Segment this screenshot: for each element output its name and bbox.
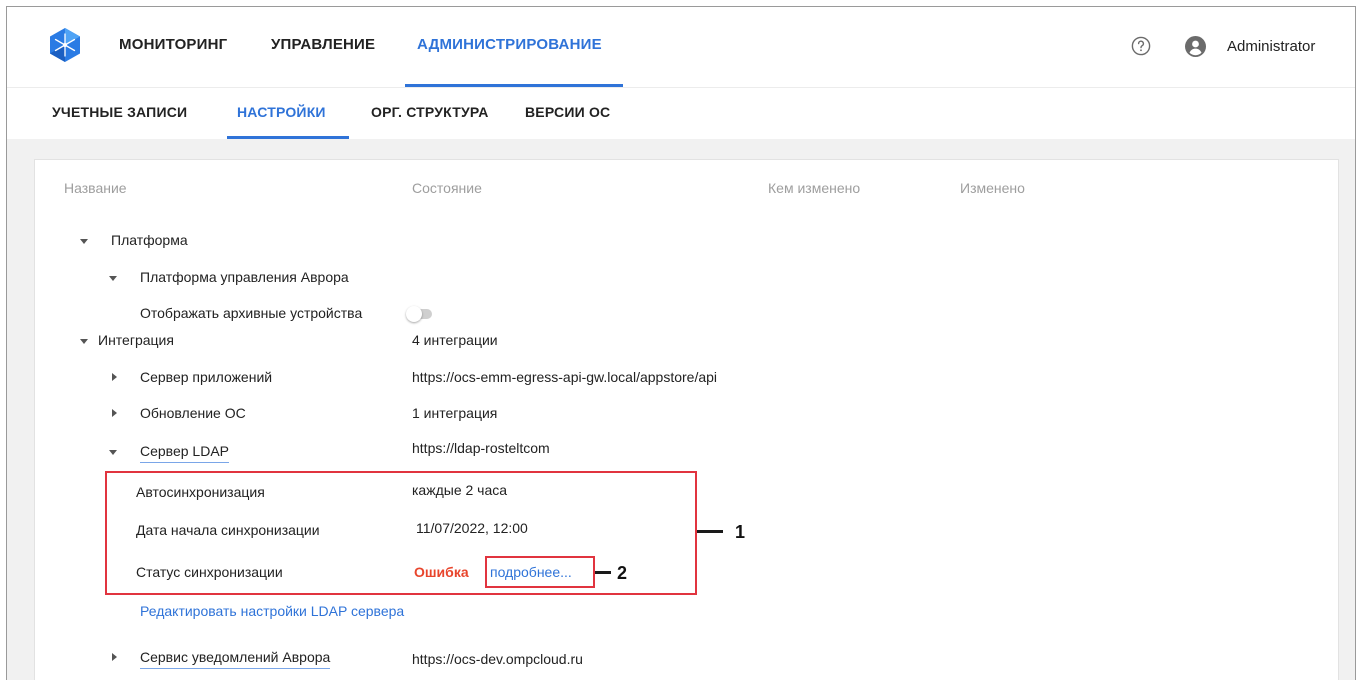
row-os-update[interactable]: Обновление ОС — [140, 405, 246, 421]
expand-icon[interactable] — [112, 373, 117, 381]
callout-box-1 — [105, 471, 697, 595]
callout-box-2 — [485, 556, 595, 588]
user-icon[interactable] — [1185, 36, 1206, 57]
callout-leader-1 — [697, 530, 723, 533]
callout-leader-2 — [595, 571, 611, 574]
ldap-server-url: https://ldap-rosteltcom — [412, 440, 550, 456]
nav-administration[interactable]: АДМИНИСТРИРОВАНИЕ — [417, 36, 602, 53]
expand-icon[interactable] — [112, 653, 117, 661]
collapse-icon[interactable] — [109, 276, 117, 281]
tab-accounts[interactable]: УЧЕТНЫЕ ЗАПИСИ — [52, 104, 187, 120]
row-platform[interactable]: Платформа — [111, 232, 188, 248]
row-notification-service[interactable]: Сервис уведомлений Аврора — [140, 649, 331, 669]
tab-os-versions[interactable]: ВЕРСИИ ОС — [525, 104, 610, 120]
tab-active-indicator — [227, 136, 349, 139]
nav-monitoring[interactable]: МОНИТОРИНГ — [119, 36, 227, 53]
notification-service-url: https://ocs-dev.ompcloud.ru — [412, 651, 583, 667]
column-header-changed-by[interactable]: Кем изменено — [768, 180, 860, 196]
row-platform-aurora[interactable]: Платформа управления Аврора — [140, 269, 349, 285]
row-integration[interactable]: Интеграция — [98, 332, 174, 348]
os-update-count: 1 интеграция — [412, 405, 498, 421]
collapse-icon[interactable] — [80, 339, 88, 344]
top-navigation-bar: МОНИТОРИНГ УПРАВЛЕНИЕ АДМИНИСТРИРОВАНИЕ … — [7, 7, 1355, 87]
nav-management[interactable]: УПРАВЛЕНИЕ — [271, 36, 375, 53]
callout-number-1: 1 — [735, 522, 746, 542]
show-archived-toggle[interactable] — [406, 306, 432, 322]
collapse-icon[interactable] — [80, 239, 88, 244]
sub-navigation-bar — [7, 87, 1355, 139]
column-header-name[interactable]: Название — [64, 180, 127, 196]
expand-icon[interactable] — [112, 409, 117, 417]
logo-icon[interactable] — [47, 27, 83, 63]
help-icon[interactable] — [1131, 36, 1151, 56]
tab-org-structure[interactable]: ОРГ. СТРУКТУРА — [371, 104, 489, 120]
column-header-state[interactable]: Состояние — [412, 180, 482, 196]
column-header-changed-at[interactable]: Изменено — [960, 180, 1025, 196]
username[interactable]: Administrator — [1227, 38, 1315, 55]
callout-number-2: 2 — [617, 563, 628, 583]
setting-show-archived-label: Отображать архивные устройства — [140, 305, 363, 321]
edit-ldap-settings-link[interactable]: Редактировать настройки LDAP сервера — [140, 603, 404, 619]
integration-count: 4 интеграции — [412, 332, 498, 348]
app-server-url: https://ocs-emm-egress-api-gw.local/apps… — [412, 369, 718, 385]
row-app-server[interactable]: Сервер приложений — [140, 369, 272, 385]
row-ldap-server[interactable]: Сервер LDAP — [140, 443, 229, 463]
collapse-icon[interactable] — [109, 450, 117, 455]
toggle-knob — [406, 306, 422, 322]
tab-settings[interactable]: НАСТРОЙКИ — [237, 104, 326, 120]
